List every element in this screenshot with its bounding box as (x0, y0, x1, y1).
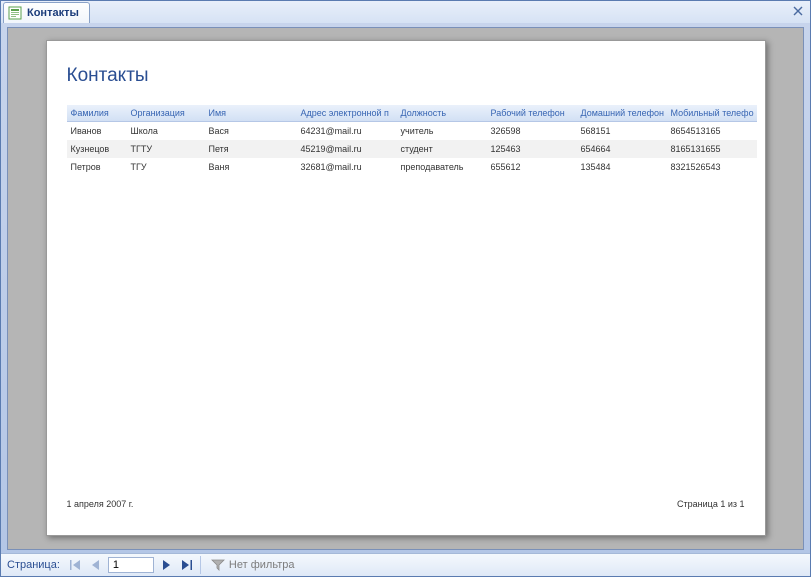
cell: 64231@mail.ru (297, 122, 397, 141)
first-page-button[interactable] (66, 556, 86, 574)
table-row: Петров ТГУ Ваня 32681@mail.ru преподават… (67, 158, 757, 176)
cell: ТГТУ (127, 140, 205, 158)
cell: 654664 (577, 140, 667, 158)
cell: преподаватель (397, 158, 487, 176)
cell: Ваня (205, 158, 297, 176)
footer-page: Страница 1 из 1 (677, 499, 744, 509)
tab-label: Контакты (27, 7, 79, 19)
report-footer: 1 апреля 2007 г. Страница 1 из 1 (67, 499, 745, 509)
page-label: Страница: (1, 559, 66, 571)
separator (200, 556, 201, 574)
cell: 655612 (487, 158, 577, 176)
cell: 45219@mail.ru (297, 140, 397, 158)
report-icon (8, 6, 22, 20)
col-header: Рабочий телефон (487, 105, 577, 122)
cell: Иванов (67, 122, 127, 141)
col-header: Имя (205, 105, 297, 122)
cell: ТГУ (127, 158, 205, 176)
cell: Вася (205, 122, 297, 141)
cell: Петров (67, 158, 127, 176)
cell: 8165131655 (667, 140, 757, 158)
cell: студент (397, 140, 487, 158)
cell: учитель (397, 122, 487, 141)
tab-strip: Контакты (1, 1, 810, 24)
page-number-input[interactable] (108, 557, 154, 573)
cell: 568151 (577, 122, 667, 141)
next-page-button[interactable] (156, 556, 176, 574)
table-row: Иванов Школа Вася 64231@mail.ru учитель … (67, 122, 757, 141)
footer-date: 1 апреля 2007 г. (67, 499, 134, 509)
cell: 8654513165 (667, 122, 757, 141)
page-nav (66, 554, 196, 576)
cell: Школа (127, 122, 205, 141)
cell: 32681@mail.ru (297, 158, 397, 176)
last-page-button[interactable] (176, 556, 196, 574)
status-bar: Страница: Нет фильтра (1, 553, 810, 576)
table-header-row: Фамилия Организация Имя Адрес электронно… (67, 105, 757, 122)
col-header: Мобильный телефо (667, 105, 757, 122)
preview-area: Контакты Фамилия (1, 23, 810, 554)
table-row: Кузнецов ТГТУ Петя 45219@mail.ru студент… (67, 140, 757, 158)
app-window: Контакты Контакты (0, 0, 811, 577)
cell: 135484 (577, 158, 667, 176)
report-table: Фамилия Организация Имя Адрес электронно… (67, 105, 757, 176)
col-header: Домашний телефон (577, 105, 667, 122)
preview-backdrop: Контакты Фамилия (7, 27, 804, 550)
cell: 326598 (487, 122, 577, 141)
report-title: Контакты (67, 65, 745, 87)
cell: 8321526543 (667, 158, 757, 176)
cell: Кузнецов (67, 140, 127, 158)
filter-label: Нет фильтра (229, 559, 295, 571)
tab-contacts[interactable]: Контакты (3, 2, 90, 23)
filter-icon (211, 559, 225, 571)
col-header: Адрес электронной п (297, 105, 397, 122)
col-header: Организация (127, 105, 205, 122)
prev-page-button[interactable] (86, 556, 106, 574)
col-header: Фамилия (67, 105, 127, 122)
filter-indicator[interactable]: Нет фильтра (205, 559, 301, 571)
col-header: Должность (397, 105, 487, 122)
report-page: Контакты Фамилия (46, 40, 766, 536)
close-tab-button[interactable] (790, 3, 806, 19)
cell: Петя (205, 140, 297, 158)
cell: 125463 (487, 140, 577, 158)
